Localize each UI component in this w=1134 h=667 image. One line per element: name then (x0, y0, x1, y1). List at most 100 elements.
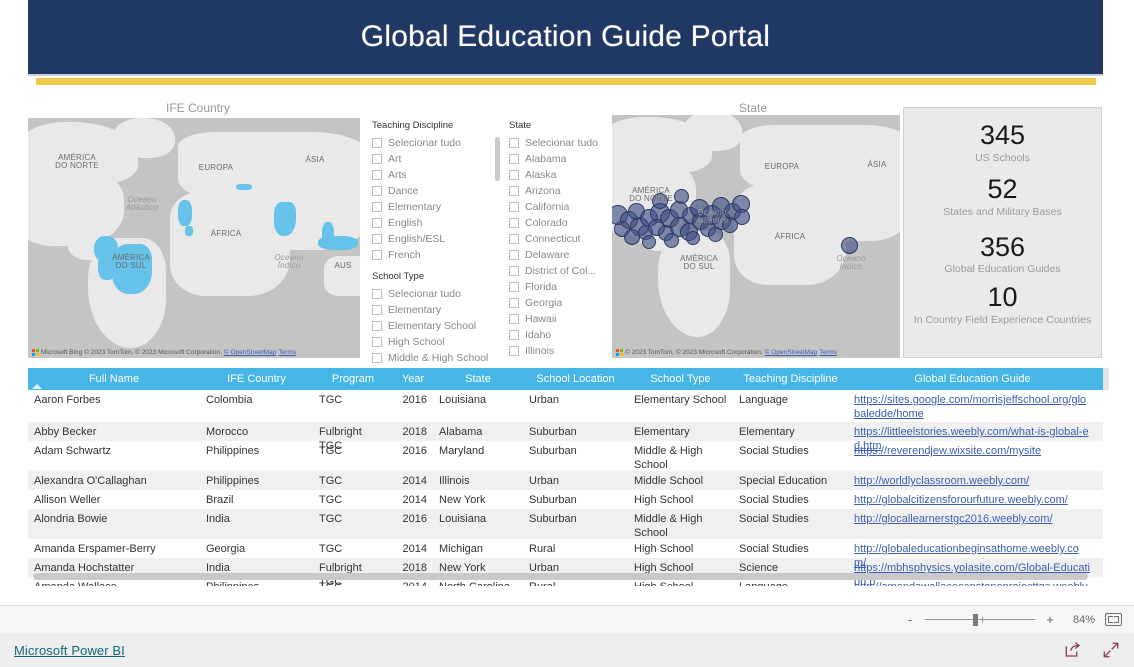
map-ife-country[interactable]: AMÉRICA DO NORTE AMÉRICA DO SUL EUROPA Á… (28, 118, 360, 358)
checkbox-icon[interactable] (372, 138, 382, 148)
table-row[interactable]: Amanda Erspamer-Berry Georgia TGC 2014 M… (28, 539, 1103, 569)
slicer-item-art[interactable]: Art (372, 151, 500, 167)
map-bubble[interactable] (642, 235, 656, 249)
checkbox-icon[interactable] (509, 186, 519, 196)
column-header-global-education-guide[interactable]: Global Education Guide (848, 373, 1097, 385)
checkbox-icon[interactable] (372, 154, 382, 164)
map-bubble[interactable] (664, 233, 679, 248)
column-header-program[interactable]: Program (313, 373, 393, 385)
slicer-item-arizona[interactable]: Arizona (509, 183, 621, 199)
checkbox-icon[interactable] (509, 282, 519, 292)
map-bubble[interactable] (652, 193, 668, 209)
slicer-state-list[interactable]: Selecionar tudo Alabama Alaska Arizona C… (509, 135, 621, 371)
checkbox-icon[interactable] (509, 138, 519, 148)
cell-guide-link[interactable]: https://sites.google.com/morrisjeffschoo… (854, 394, 1086, 420)
checkbox-icon[interactable] (509, 266, 519, 276)
slicer-item-california[interactable]: California (509, 199, 621, 215)
column-header-full-name[interactable]: Full Name (28, 373, 200, 385)
cell-guide-link[interactable]: http://amandawallacecapstoneprojecttgc.w… (854, 581, 1090, 586)
slicer-item-dance[interactable]: Dance (372, 183, 500, 199)
slicer-item-florida[interactable]: Florida (509, 279, 621, 295)
checkbox-icon[interactable] (509, 330, 519, 340)
checkbox-icon[interactable] (372, 321, 382, 331)
checkbox-icon[interactable] (372, 337, 382, 347)
checkbox-icon[interactable] (372, 186, 382, 196)
slicer-item-hawaii[interactable]: Hawaii (509, 311, 621, 327)
attribution-terms-link[interactable]: Terms (819, 349, 837, 356)
checkbox-icon[interactable] (509, 170, 519, 180)
map-bubble[interactable] (734, 209, 750, 225)
attribution-openstreetmap-link[interactable]: © OpenStreetMap (765, 349, 817, 356)
cell-guide-link[interactable]: https://reverendjew.wixsite.com/mysite (854, 445, 1041, 457)
map-bubble[interactable] (674, 189, 689, 204)
slicer-item-district-of-columbia[interactable]: District of Col... (509, 263, 621, 279)
checkbox-icon[interactable] (372, 170, 382, 180)
zoom-slider-thumb[interactable] (973, 613, 978, 626)
table-body[interactable]: Aaron Forbes Colombia TGC 2016 Louisiana… (28, 390, 1103, 586)
column-header-year[interactable]: Year (393, 373, 433, 385)
slicer-item-illinois[interactable]: Illinois (509, 343, 621, 359)
slicer-item-middle-high-school[interactable]: Middle & High School (372, 350, 500, 366)
table-row[interactable]: Adam Schwartz Philippines TGC 2016 Maryl… (28, 441, 1103, 471)
slicer-item-georgia[interactable]: Georgia (509, 295, 621, 311)
map-bubble[interactable] (686, 231, 700, 245)
map-bubble-india[interactable] (841, 237, 858, 254)
cell-guide-link[interactable]: http://worldlyclassroom.weebly.com/ (854, 475, 1029, 487)
checkbox-icon[interactable] (509, 234, 519, 244)
map-bubble[interactable] (708, 227, 723, 242)
checkbox-icon[interactable] (509, 218, 519, 228)
slicer-school-type[interactable]: School Type Selecionar tudo Elementary E… (372, 271, 500, 370)
slicer-item-idaho[interactable]: Idaho (509, 327, 621, 343)
slicer-item-elementary[interactable]: Elementary (372, 302, 500, 318)
cell-guide-link[interactable]: http://glocallearnerstgc2016.weebly.com/ (854, 513, 1053, 525)
table-horizontal-scrollbar[interactable] (33, 573, 1088, 580)
sort-ascending-icon[interactable] (32, 384, 42, 389)
slicer-item-elementary[interactable]: Elementary (372, 199, 500, 215)
slicer-school-type-list[interactable]: Selecionar tudo Elementary Elementary Sc… (372, 286, 500, 370)
slicer-item-french[interactable]: French (372, 247, 500, 263)
table-row[interactable]: Alondria Bowie India TGC 2016 Louisiana … (28, 509, 1103, 539)
checkbox-icon[interactable] (372, 305, 382, 315)
checkbox-icon[interactable] (509, 250, 519, 260)
column-header-school-location[interactable]: School Location (523, 373, 628, 385)
attribution-openstreetmap-link[interactable]: © OpenStreetMap (224, 349, 276, 356)
slicer-item-connecticut[interactable]: Connecticut (509, 231, 621, 247)
checkbox-icon[interactable] (509, 202, 519, 212)
cell-guide-link[interactable]: http://globalcitizensforourfuture.weebly… (854, 494, 1068, 506)
checkbox-icon[interactable] (372, 353, 382, 363)
slicer-state[interactable]: State Selecionar tudo Alabama Alaska Ari… (509, 120, 621, 371)
power-bi-brand-link[interactable]: Microsoft Power BI (14, 643, 125, 658)
table-row[interactable]: Aaron Forbes Colombia TGC 2016 Louisiana… (28, 390, 1103, 422)
slicer-item-alaska[interactable]: Alaska (509, 167, 621, 183)
fullscreen-icon[interactable] (1102, 641, 1120, 659)
table-header-row[interactable]: Full Name IFE Country Program Year State… (28, 368, 1109, 390)
zoom-out-button[interactable]: - (905, 612, 915, 627)
slicer-teaching-discipline-list[interactable]: Selecionar tudo Art Arts Dance Elementar… (372, 135, 500, 263)
column-header-teaching-discipline[interactable]: Teaching Discipline (733, 373, 848, 385)
table-row[interactable]: Abby Becker Morocco Fulbright TGC 2018 A… (28, 422, 1103, 452)
zoom-slider[interactable] (925, 613, 1035, 626)
checkbox-icon[interactable] (372, 202, 382, 212)
slicer-item-delaware[interactable]: Delaware (509, 247, 621, 263)
slicer-item-elementary-school[interactable]: Elementary School (372, 318, 500, 334)
slicer-item-english[interactable]: English (372, 215, 500, 231)
slicer-teaching-discipline[interactable]: Teaching Discipline Selecionar tudo Art … (372, 120, 500, 263)
share-icon[interactable] (1064, 641, 1082, 659)
column-header-state[interactable]: State (433, 373, 523, 385)
slicer-item-select-all[interactable]: Selecionar tudo (372, 135, 500, 151)
checkbox-icon[interactable] (509, 314, 519, 324)
checkbox-icon[interactable] (372, 250, 382, 260)
table-row[interactable]: Alexandra O'Callaghan Philippines TGC 20… (28, 471, 1103, 490)
checkbox-icon[interactable] (509, 298, 519, 308)
map-state[interactable]: AMÉRICA DO NORTE AMÉRICA DO SUL EUROPA Á… (612, 115, 900, 358)
attribution-terms-link[interactable]: Terms (278, 349, 296, 356)
slicer-item-english-esl[interactable]: English/ESL (372, 231, 500, 247)
column-header-ife-country[interactable]: IFE Country (200, 373, 313, 385)
checkbox-icon[interactable] (372, 289, 382, 299)
data-table[interactable]: Full Name IFE Country Program Year State… (28, 368, 1109, 600)
checkbox-icon[interactable] (372, 218, 382, 228)
slicer-item-select-all[interactable]: Selecionar tudo (372, 286, 500, 302)
checkbox-icon[interactable] (372, 234, 382, 244)
slicer-scrollbar[interactable] (495, 137, 500, 181)
fit-to-page-icon[interactable] (1105, 613, 1122, 626)
